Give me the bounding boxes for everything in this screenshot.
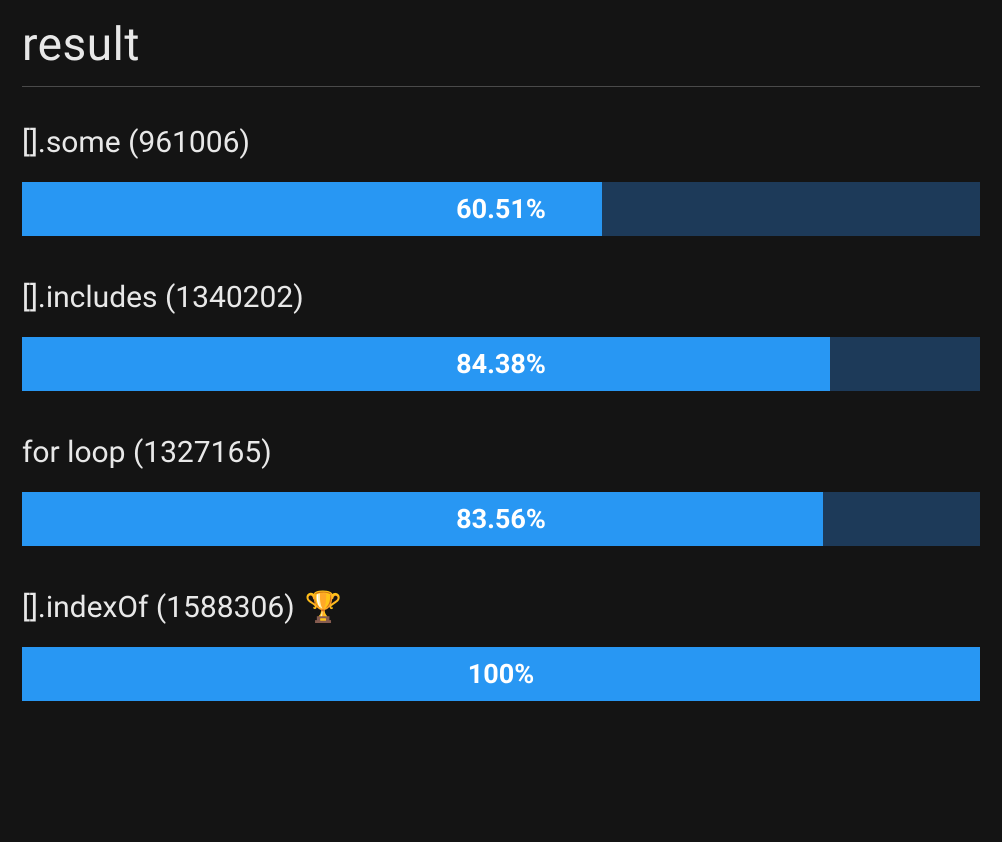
result-name: [].indexOf (1588306): [22, 590, 295, 625]
bar-track: 100%: [22, 647, 980, 701]
bar-fill: [22, 337, 830, 391]
bar-track: 83.56%: [22, 492, 980, 546]
result-label: for loop (1327165): [22, 435, 980, 470]
result-label: [].indexOf (1588306) 🏆: [22, 590, 980, 625]
bar-percent: 83.56%: [456, 503, 546, 535]
bar-fill: [22, 492, 823, 546]
result-item: for loop (1327165) 83.56%: [22, 435, 980, 546]
result-label: [].some (961006): [22, 125, 980, 160]
result-item: [].some (961006) 60.51%: [22, 125, 980, 236]
result-name: [].some (961006): [22, 125, 250, 160]
bar-percent: 84.38%: [456, 348, 546, 380]
result-name: [].includes (1340202): [22, 280, 304, 315]
bar-percent: 60.51%: [456, 193, 546, 225]
result-label: [].includes (1340202): [22, 280, 980, 315]
page-title: result: [22, 18, 980, 87]
result-item: [].includes (1340202) 84.38%: [22, 280, 980, 391]
results-container: [].some (961006) 60.51% [].includes (134…: [22, 125, 980, 701]
bar-track: 60.51%: [22, 182, 980, 236]
result-name: for loop (1327165): [22, 435, 272, 470]
trophy-icon: 🏆: [305, 590, 342, 625]
bar-track: 84.38%: [22, 337, 980, 391]
result-item: [].indexOf (1588306) 🏆 100%: [22, 590, 980, 701]
bar-percent: 100%: [468, 658, 534, 690]
